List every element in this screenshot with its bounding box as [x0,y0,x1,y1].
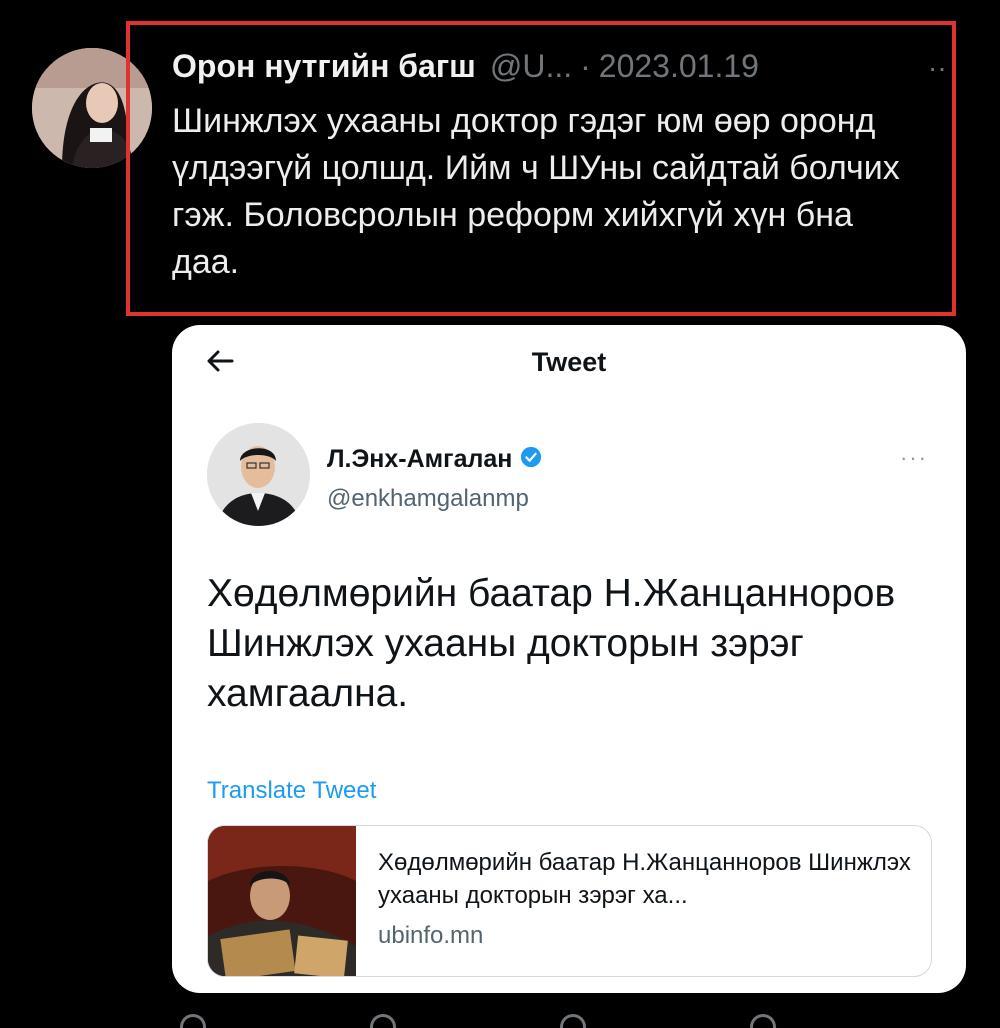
link-card-title: Хөдөлмөрийн баатар Н.Жанцанноров Шинжлэх… [378,849,911,909]
quoted-author-handle[interactable]: @enkhamgalanmp [327,485,529,513]
author-name[interactable]: Орон нутгийн багш [172,48,476,85]
reply-icon[interactable] [180,1014,206,1028]
translate-tweet-link[interactable]: Translate Tweet [207,777,376,805]
verified-badge-icon [520,446,542,473]
tweet-text: Шинжлэх ухааны доктор гэдэг юм өөр оронд… [172,102,900,281]
link-preview-card[interactable]: Хөдөлмөрийн баатар Н.Жанцанноров Шинжлэх… [207,825,932,977]
quoted-author-row: Л.Энх-Амгалан [327,445,542,474]
quoted-author-avatar[interactable] [207,423,310,526]
tweet-header: Орон нутгийн багш @U... · 2023.01.19 [172,48,759,85]
link-card-domain: ubinfo.mn [378,922,484,949]
separator-dot: · [580,48,591,84]
share-icon[interactable] [750,1014,776,1028]
quoted-tweet-card[interactable]: Tweet Л.Энх-Амгалан @enkhamgalanmp ··· Х… [172,325,966,993]
embed-page-title: Tweet [531,347,607,377]
retweet-icon[interactable] [370,1014,396,1028]
quoted-author-name[interactable]: Л.Энх-Амгалан [327,445,512,474]
action-bar [180,1008,960,1028]
quoted-tweet-text: Хөдөлмөрийн баатар Н.Жанцанноров Шинжлэх… [207,572,896,715]
link-thumbnail [208,826,356,976]
tweet-date[interactable]: 2023.01.19 [599,48,759,85]
author-handle[interactable]: @U... [490,48,572,85]
like-icon[interactable] [560,1014,586,1028]
more-options-icon[interactable]: ·· [928,52,947,84]
quoted-more-options-icon[interactable]: ··· [900,445,928,471]
